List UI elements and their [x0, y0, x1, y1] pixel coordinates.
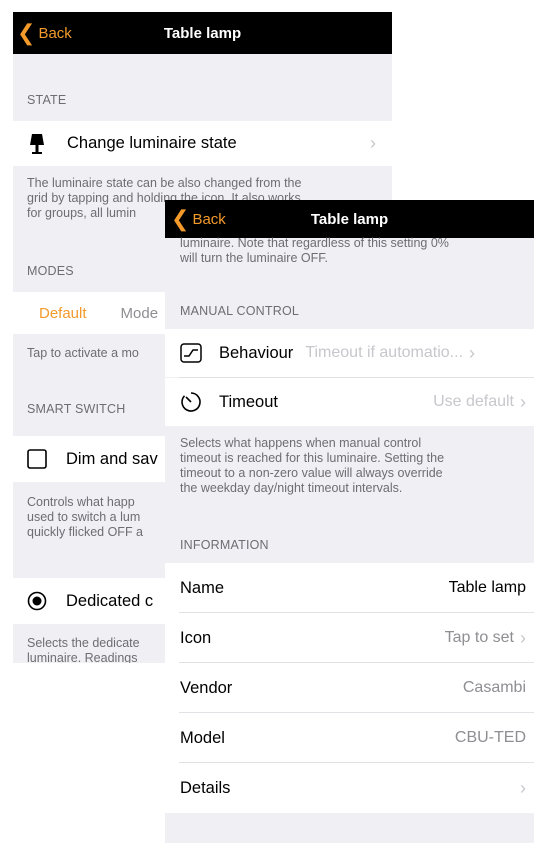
- icon-label: Icon: [180, 628, 212, 647]
- section-header-modes: MODES: [27, 264, 74, 278]
- chevron-right-icon: ›: [520, 391, 526, 412]
- manual-footer-line: timeout is reached for this luminaire. S…: [180, 451, 445, 465]
- behaviour-graph-icon: [180, 343, 202, 363]
- smart-switch-footer: Controls what happ used to switch a lum …: [27, 495, 143, 540]
- checkbox-icon[interactable]: [27, 449, 47, 469]
- section-header-smart-switch: SMART SWITCH: [27, 402, 126, 416]
- dedicated-footer-line: luminaire. Readings: [27, 651, 138, 663]
- change-state-row[interactable]: Change luminaire state ›: [13, 121, 392, 166]
- navigation-bar: ❮ Back Table lamp: [13, 12, 392, 54]
- model-value: CBU-TED: [454, 729, 526, 746]
- name-label: Name: [180, 578, 225, 597]
- vendor-label: Vendor: [180, 678, 233, 697]
- section-header-manual-control: MANUAL CONTROL: [180, 304, 300, 318]
- timeout-row[interactable]: Timeout Use default ›: [165, 378, 534, 426]
- page-title: Table lamp: [163, 24, 242, 42]
- section-header-information: INFORMATION: [180, 538, 269, 552]
- behaviour-row[interactable]: Behaviour Timeout if automatio... ›: [165, 329, 534, 377]
- chevron-right-icon: ›: [520, 777, 526, 798]
- chevron-right-icon: ›: [520, 627, 526, 648]
- smart-footer-line: used to switch a lum: [27, 510, 141, 524]
- vendor-value: Casambi: [462, 679, 526, 696]
- behaviour-value: Timeout if automatio...: [305, 344, 464, 361]
- info-row-details[interactable]: Details ›: [165, 763, 534, 813]
- navigation-bar: ❮ Back Table lamp: [165, 200, 534, 238]
- dedicated-footer-line: Selects the dedicate: [27, 636, 140, 650]
- page-title: Table lamp: [310, 210, 389, 228]
- manual-footer-line: Selects what happens when manual control: [180, 436, 422, 450]
- front-screen: ❮ Back Table lamp luminaire. Note that r…: [165, 200, 534, 843]
- manual-footer-line: timeout to a non-zero value will always …: [180, 466, 443, 480]
- dedicated-label: Dedicated c: [66, 591, 154, 610]
- change-state-label: Change luminaire state: [67, 134, 237, 152]
- timeout-value: Use default: [433, 393, 514, 410]
- chevron-right-icon: ›: [370, 133, 376, 153]
- manual-footer-line: the weekday day/night timeout intervals.: [180, 481, 403, 495]
- info-row-vendor: Vendor Casambi: [165, 663, 534, 713]
- info-row-icon[interactable]: Icon Tap to set ›: [165, 613, 534, 663]
- tab-default[interactable]: Default: [39, 305, 87, 322]
- dedicated-footer: Selects the dedicate luminaire. Readings: [27, 636, 140, 663]
- manual-control-footer: Selects what happens when manual control…: [180, 436, 530, 496]
- smart-footer-line: Controls what happ: [27, 495, 135, 509]
- smart-footer-line: quickly flicked OFF a: [27, 525, 144, 539]
- name-value: Table lamp: [448, 579, 526, 596]
- modes-footer: Tap to activate a mo: [27, 346, 139, 360]
- details-label: Details: [180, 778, 231, 797]
- timeout-label: Timeout: [219, 392, 278, 411]
- top-info-text: luminaire. Note that regardless of this …: [180, 236, 530, 266]
- behaviour-label: Behaviour: [219, 343, 294, 362]
- lamp-icon: [27, 133, 47, 155]
- dim-and-save-label: Dim and sav: [66, 449, 158, 468]
- top-text-line: will turn the luminaire OFF.: [180, 251, 328, 265]
- state-footer-line: The luminaire state can be also changed …: [27, 176, 302, 190]
- top-text-line: luminaire. Note that regardless of this …: [180, 236, 449, 250]
- info-row-model: Model CBU-TED: [165, 713, 534, 763]
- chevron-right-icon: ›: [469, 342, 476, 363]
- icon-value: Tap to set: [444, 629, 514, 646]
- info-row-name: Name Table lamp: [165, 563, 534, 613]
- model-label: Model: [180, 728, 225, 747]
- radio-selected-icon[interactable]: [27, 591, 47, 611]
- tab-mode[interactable]: Mode: [121, 305, 159, 322]
- section-header-state: STATE: [27, 93, 67, 107]
- timer-icon: [180, 391, 202, 413]
